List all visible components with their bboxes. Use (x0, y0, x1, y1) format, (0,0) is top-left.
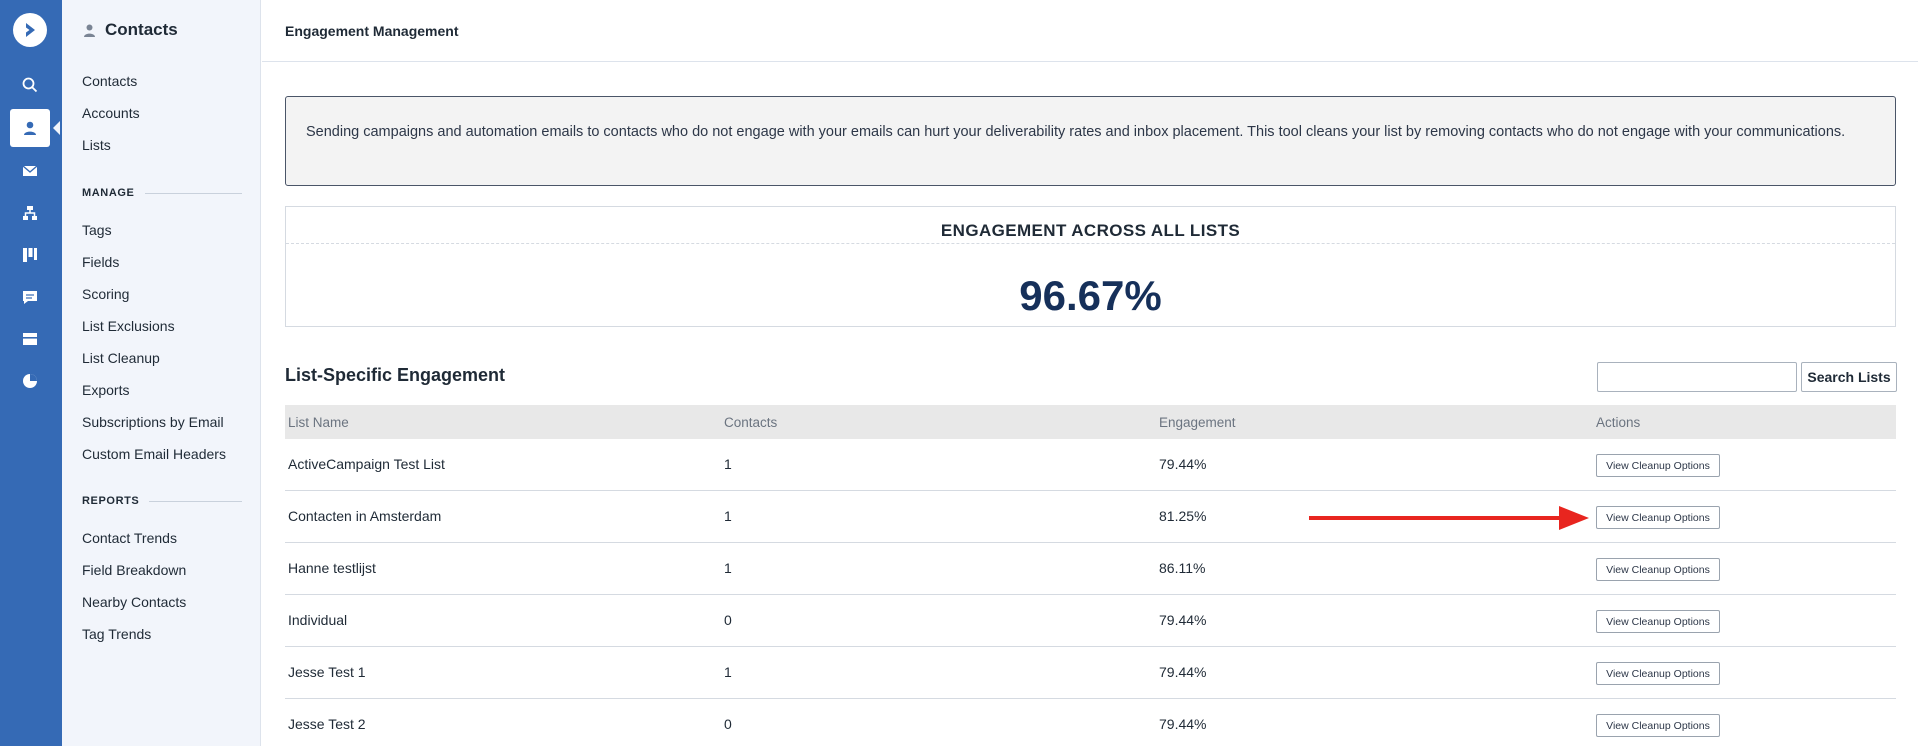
column-header-contacts: Contacts (724, 415, 778, 430)
sidebar-item-subscriptions-by-email[interactable]: Subscriptions by Email (82, 414, 224, 430)
list-name-cell: Jesse Test 2 (288, 716, 366, 732)
table-row: Jesse Test 2 0 79.44% View Cleanup Optio… (285, 699, 1896, 751)
view-cleanup-options-button[interactable]: View Cleanup Options (1596, 714, 1720, 737)
reports-label: REPORTS (82, 495, 140, 507)
sidebar-item-tag-trends[interactable]: Tag Trends (82, 626, 151, 642)
campaigns-icon[interactable] (10, 152, 50, 190)
view-cleanup-options-button[interactable]: View Cleanup Options (1596, 610, 1720, 633)
column-header-list-name: List Name (288, 415, 349, 430)
list-name-cell: ActiveCampaign Test List (288, 456, 445, 472)
annotation-arrow-icon (1309, 506, 1589, 530)
list-engagement-title: List-Specific Engagement (285, 365, 506, 385)
engagement-cell: 86.11% (1159, 560, 1206, 576)
table-header: List Name Contacts Engagement Actions (285, 405, 1896, 439)
sidebar-item-contacts[interactable]: Contacts (82, 73, 137, 89)
view-cleanup-options-button[interactable]: View Cleanup Options (1596, 558, 1720, 581)
table-row: ActiveCampaign Test List 1 79.44% View C… (285, 439, 1896, 491)
icon-rail (0, 0, 62, 746)
sidebar-item-list-exclusions[interactable]: List Exclusions (82, 318, 175, 334)
main-content: Engagement Management Sending campaigns … (262, 0, 1918, 746)
contacts-cell: 1 (724, 456, 732, 472)
manage-section-label: MANAGE (82, 187, 242, 199)
view-cleanup-options-button[interactable]: View Cleanup Options (1596, 454, 1720, 477)
column-header-actions: Actions (1596, 415, 1641, 430)
engagement-cell: 79.44% (1159, 716, 1207, 732)
deals-icon[interactable] (10, 236, 50, 274)
sidebar-title: Contacts (105, 20, 178, 39)
contacts-cell: 0 (724, 716, 732, 732)
search-lists-input[interactable] (1597, 362, 1797, 392)
overall-engagement-title: ENGAGEMENT ACROSS ALL LISTS (940, 221, 1241, 240)
sidebar-header: Contacts (82, 20, 178, 40)
divider (286, 243, 1895, 244)
reports-icon[interactable] (10, 362, 50, 400)
contacts-cell: 1 (724, 508, 732, 524)
reports-section-label: REPORTS (82, 495, 242, 507)
page-header: Engagement Management (262, 0, 1918, 62)
engagement-cell: 79.44% (1159, 456, 1207, 472)
table-row: Contacten in Amsterdam 1 81.25% View Cle… (285, 491, 1896, 543)
sidebar-item-contact-trends[interactable]: Contact Trends (82, 530, 177, 546)
column-header-engagement: Engagement (1159, 415, 1236, 430)
manage-label: MANAGE (82, 187, 135, 199)
table-row: Jesse Test 1 1 79.44% View Cleanup Optio… (285, 647, 1896, 699)
contacts-icon[interactable] (10, 109, 60, 147)
search-icon[interactable] (10, 66, 50, 104)
sidebar-item-list-cleanup[interactable]: List Cleanup (82, 350, 160, 366)
contacts-sidebar: Contacts Contacts Accounts Lists MANAGE … (62, 0, 261, 746)
engagement-cell: 79.44% (1159, 664, 1207, 680)
conversations-icon[interactable] (10, 278, 50, 316)
sidebar-item-custom-email-headers[interactable]: Custom Email Headers (82, 446, 226, 462)
page-title: Engagement Management (285, 23, 459, 39)
site-icon[interactable] (10, 320, 50, 358)
lists-table: List Name Contacts Engagement Actions Ac… (285, 405, 1896, 751)
sidebar-item-field-breakdown[interactable]: Field Breakdown (82, 562, 186, 578)
sidebar-item-fields[interactable]: Fields (82, 254, 119, 270)
sidebar-item-nearby-contacts[interactable]: Nearby Contacts (82, 594, 186, 610)
table-row: Individual 0 79.44% View Cleanup Options (285, 595, 1896, 647)
overall-engagement-panel: ENGAGEMENT ACROSS ALL LISTS 96.67% (285, 206, 1896, 327)
overall-engagement-value: 96.67% (1019, 272, 1162, 319)
view-cleanup-options-button[interactable]: View Cleanup Options (1596, 662, 1720, 685)
engagement-cell: 79.44% (1159, 612, 1207, 628)
contacts-cell: 1 (724, 560, 732, 576)
table-row: Hanne testlijst 1 86.11% View Cleanup Op… (285, 543, 1896, 595)
list-name-cell: Hanne testlijst (288, 560, 376, 576)
view-cleanup-options-button[interactable]: View Cleanup Options (1596, 506, 1720, 529)
search-lists-button[interactable]: Search Lists (1801, 362, 1897, 392)
list-name-cell: Contacten in Amsterdam (288, 508, 442, 524)
person-icon (84, 24, 95, 37)
deliverability-notice: Sending campaigns and automation emails … (285, 96, 1896, 186)
automations-icon[interactable] (10, 194, 50, 232)
sidebar-item-exports[interactable]: Exports (82, 382, 129, 398)
list-name-cell: Jesse Test 1 (288, 664, 366, 680)
sidebar-item-tags[interactable]: Tags (82, 222, 112, 238)
contacts-cell: 0 (724, 612, 732, 628)
engagement-cell: 81.25% (1159, 508, 1207, 524)
app-logo-icon[interactable] (13, 13, 47, 47)
sidebar-item-scoring[interactable]: Scoring (82, 286, 129, 302)
list-name-cell: Individual (288, 612, 348, 628)
contacts-cell: 1 (724, 664, 732, 680)
sidebar-item-accounts[interactable]: Accounts (82, 105, 140, 121)
sidebar-item-lists[interactable]: Lists (82, 137, 111, 153)
